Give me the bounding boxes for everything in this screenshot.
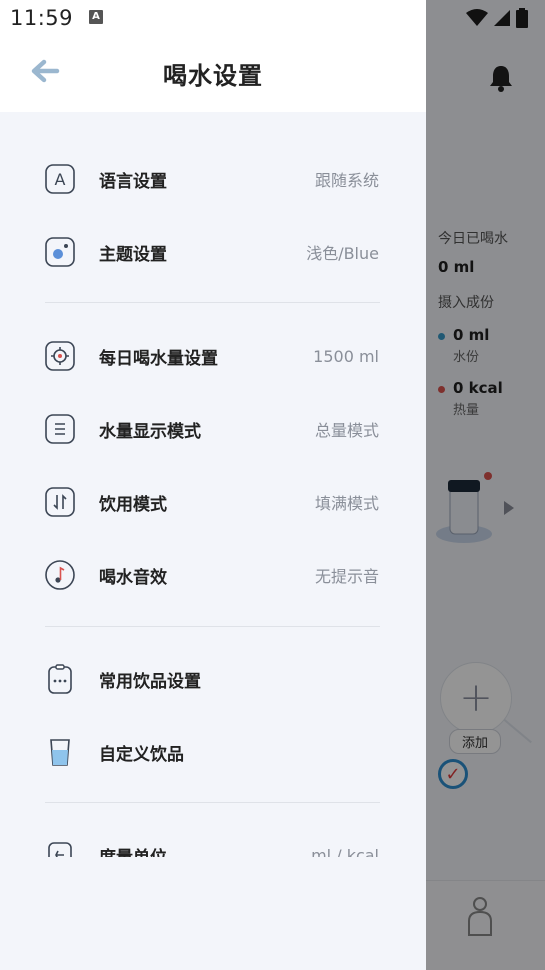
wifi-icon <box>466 9 488 26</box>
menu-item-theme[interactable]: 主题设置 浅色/Blue <box>0 216 426 288</box>
menu-item-sound[interactable]: 喝水音效 无提示音 <box>0 539 426 611</box>
menu-item-label: 主题设置 <box>99 244 167 265</box>
drawer-title: 喝水设置 <box>163 62 263 90</box>
menu-item-label: 每日喝水量设置 <box>99 348 218 369</box>
music-note-icon <box>44 559 76 591</box>
menu-item-value: 跟随系统 <box>314 171 379 190</box>
target-icon <box>44 340 76 372</box>
menu-item-value: 1500 ml <box>313 346 379 366</box>
status-time: 11:59 <box>10 6 74 30</box>
menu-item-language[interactable]: A 语言设置 跟随系统 <box>0 143 426 215</box>
menu-item-display-mode[interactable]: 水量显示模式 总量模式 <box>0 393 426 465</box>
status-bar: 11:59 A <box>0 0 545 36</box>
menu-item-label: 自定义饮品 <box>99 744 184 765</box>
menu-item-value: ml / kcal <box>311 845 379 858</box>
menu-item-value: 填满模式 <box>314 494 379 513</box>
divider <box>45 626 380 627</box>
settings-menu: A 语言设置 跟随系统 主题设置 浅色/Blue 每日喝水量设置 1500 ml <box>0 112 426 857</box>
menu-item-label: 常用饮品设置 <box>99 671 201 692</box>
divider <box>45 302 380 303</box>
theme-icon <box>44 236 76 268</box>
menu-item-label: 喝水音效 <box>99 567 167 588</box>
cup-icon <box>44 736 76 768</box>
signal-icon <box>494 10 510 26</box>
clipboard-icon <box>44 663 76 695</box>
battery-icon <box>516 8 528 28</box>
notification-icon: A <box>89 10 103 24</box>
menu-item-custom-drink[interactable]: 自定义饮品 <box>0 716 426 788</box>
menu-item-value: 无提示音 <box>314 567 379 586</box>
svg-text:A: A <box>55 170 66 189</box>
settings-drawer: 喝水设置 A 语言设置 跟随系统 主题设置 浅色/Blue 每日喝水量设置 15… <box>0 0 426 970</box>
menu-item-units[interactable]: 度量单位 ml / kcal <box>0 819 426 857</box>
swap-icon <box>44 486 76 518</box>
menu-item-label: 饮用模式 <box>99 494 167 515</box>
menu-item-value: 总量模式 <box>314 421 379 440</box>
menu-item-label: 语言设置 <box>99 171 167 192</box>
menu-item-label: 水量显示模式 <box>99 421 201 442</box>
status-icons <box>466 8 528 28</box>
divider <box>45 802 380 803</box>
list-icon <box>44 413 76 445</box>
menu-item-value: 浅色/Blue <box>306 244 379 263</box>
language-icon: A <box>44 163 76 195</box>
menu-item-drink-mode[interactable]: 饮用模式 填满模式 <box>0 466 426 538</box>
unit-icon <box>44 839 76 857</box>
menu-item-label: 度量单位 <box>99 843 167 858</box>
menu-item-daily-goal[interactable]: 每日喝水量设置 1500 ml <box>0 320 426 392</box>
menu-item-common-drinks[interactable]: 常用饮品设置 <box>0 643 426 715</box>
